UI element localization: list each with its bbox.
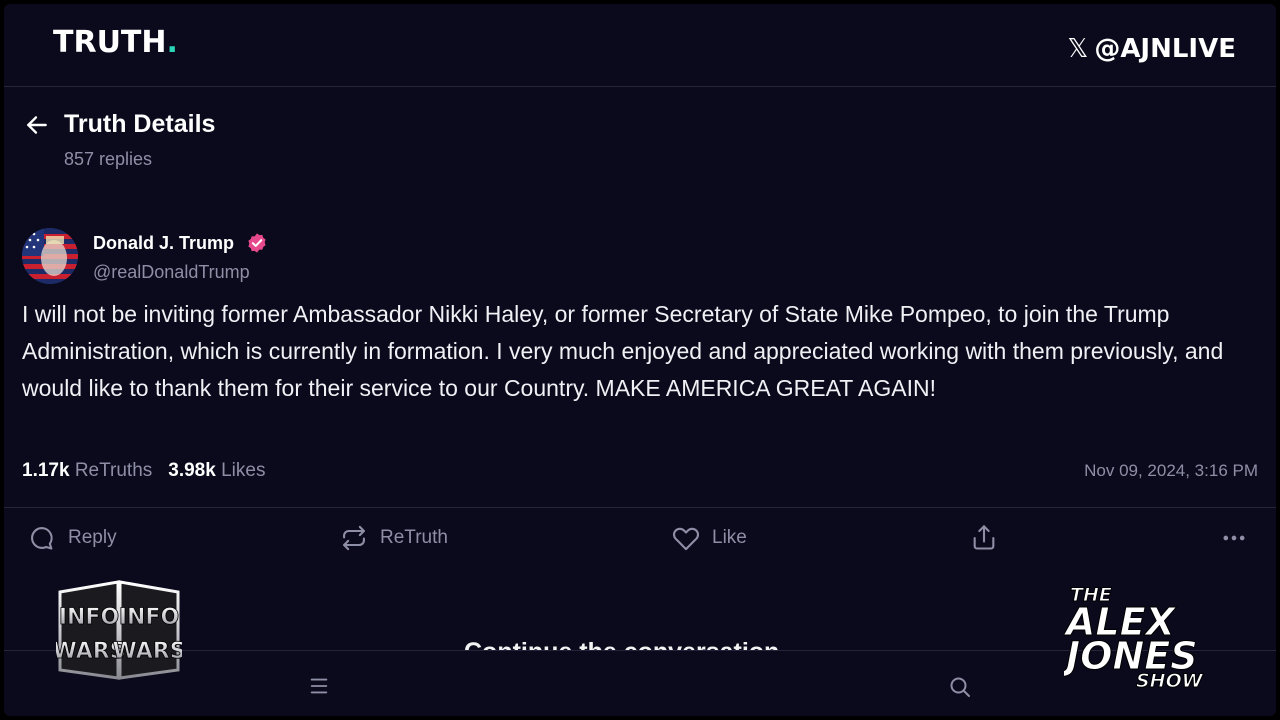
replies-count: 857 replies xyxy=(64,149,153,169)
avatar[interactable] xyxy=(22,228,78,284)
post-stats: 1.17k ReTruths 3.98k Likes xyxy=(22,460,265,482)
svg-text:INFO: INFO xyxy=(59,605,119,630)
more-options-button[interactable] xyxy=(1220,524,1248,552)
more-dots-icon xyxy=(1223,535,1245,541)
verified-badge-icon xyxy=(248,233,266,253)
retruth-button[interactable]: ReTruth xyxy=(340,524,448,552)
top-bar: TRUTH. 𝕏 @AJNLIVE xyxy=(4,4,1276,87)
x-handle-overlay: 𝕏 @AJNLIVE xyxy=(1067,34,1236,64)
like-label: Like xyxy=(712,527,747,548)
author-handle[interactable]: @realDonaldTrump xyxy=(93,262,250,283)
back-arrow-icon[interactable] xyxy=(24,112,50,138)
heart-icon xyxy=(673,527,699,551)
post-body: I will not be inviting former Ambassador… xyxy=(22,301,1224,401)
retruths-stat[interactable]: 1.17k ReTruths xyxy=(22,460,152,482)
divider xyxy=(4,507,1276,508)
retruth-label: ReTruth xyxy=(380,527,448,548)
repost-icon xyxy=(343,525,365,551)
reply-label: Reply xyxy=(68,527,117,548)
likes-count: 3.98k xyxy=(168,460,216,481)
like-button[interactable]: Like xyxy=(672,524,747,552)
svg-text:INFO: INFO xyxy=(119,605,179,630)
retruths-count: 1.17k xyxy=(22,460,70,481)
svg-text:SHOW: SHOW xyxy=(1136,670,1204,689)
share-icon xyxy=(973,525,995,550)
x-handle-text: @AJNLIVE xyxy=(1094,34,1236,64)
menu-icon[interactable] xyxy=(308,675,330,697)
likes-label: Likes xyxy=(221,460,266,481)
comment-icon xyxy=(31,527,53,550)
infowars-logo: INFO WARS INFO WARS xyxy=(56,580,182,680)
author-name[interactable]: Donald J. Trump xyxy=(93,233,234,254)
share-button[interactable] xyxy=(970,524,998,552)
likes-stat[interactable]: 3.98k Likes xyxy=(168,460,265,482)
post-timestamp: Nov 09, 2024, 3:16 PM xyxy=(1084,461,1258,480)
search-icon[interactable] xyxy=(948,675,972,699)
retruths-label: ReTruths xyxy=(74,460,153,481)
reply-button[interactable]: Reply xyxy=(28,524,117,552)
page-title: Truth Details xyxy=(64,110,216,138)
alex-jones-show-logo: THE ALEX JONES SHOW xyxy=(1064,584,1204,690)
x-logo-icon: 𝕏 xyxy=(1067,34,1089,64)
page-header: Truth Details xyxy=(24,110,215,139)
svg-text:WARS: WARS xyxy=(112,639,182,664)
truth-logo[interactable]: TRUTH. xyxy=(53,25,178,60)
